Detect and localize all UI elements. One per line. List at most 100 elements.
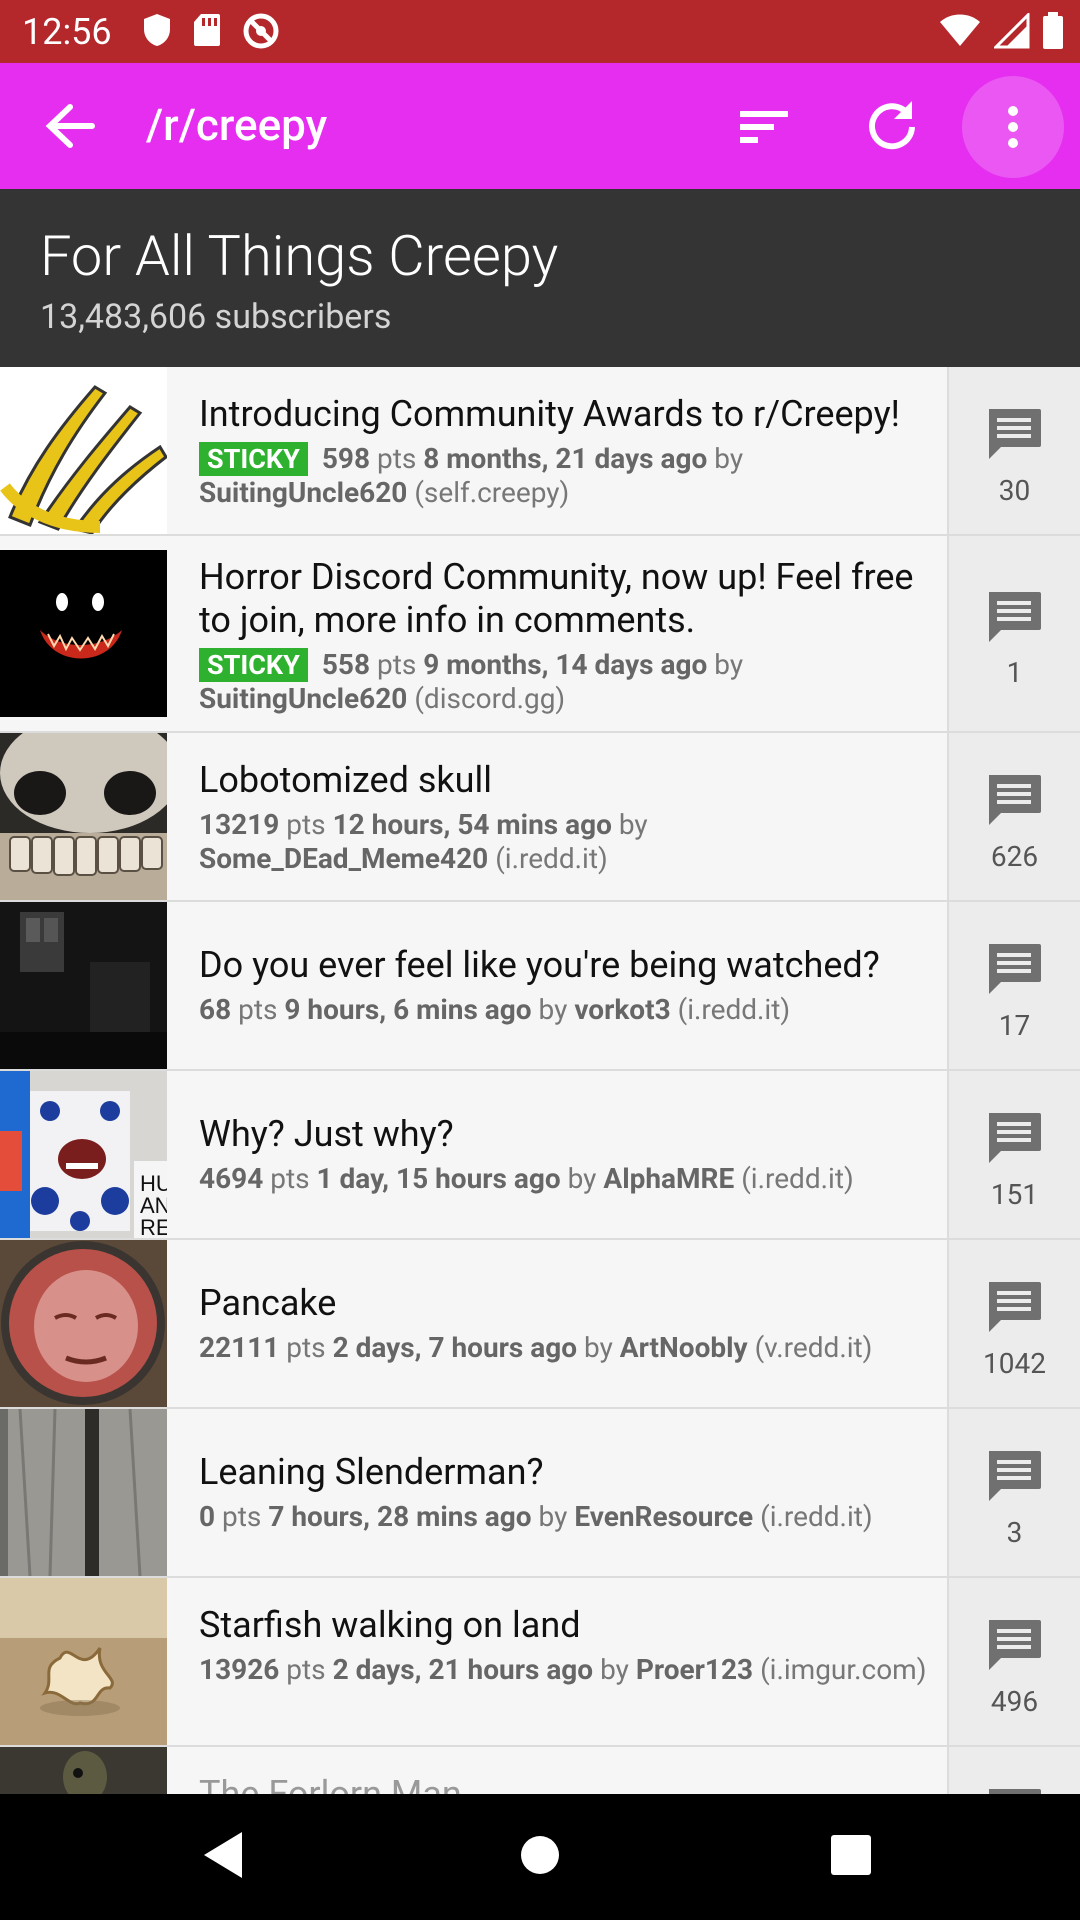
post-row[interactable]: HU AN RE Why? Just why? 4694 pts 1 day, …: [0, 1071, 1080, 1240]
comment-count: 496: [990, 1685, 1039, 1718]
post-meta: STICKY 558 pts 9 months, 14 days ago by S…: [199, 648, 940, 716]
status-time: 12:56: [22, 11, 112, 53]
comment-count: 626: [990, 840, 1039, 873]
subscriber-count: 13,483,606 subscribers: [40, 297, 392, 337]
navigation-bar: [0, 1794, 1080, 1920]
post-title[interactable]: Horror Discord Community, now up! Feel f…: [199, 556, 940, 642]
post-thumbnail[interactable]: [0, 1578, 167, 1745]
comments-button[interactable]: 626: [947, 733, 1080, 900]
post-points: 4694: [199, 1162, 264, 1195]
post-meta: 4694 pts 1 day, 15 hours ago by AlphaMRE…: [199, 1162, 940, 1196]
by-label: by: [600, 1653, 629, 1686]
post-row[interactable]: Lobotomized skull 13219 pts 12 hours, 54…: [0, 733, 1080, 902]
back-nav-icon[interactable]: [200, 1830, 246, 1880]
sort-icon[interactable]: [738, 99, 794, 155]
post-title[interactable]: Pancake: [199, 1282, 940, 1325]
comments-button[interactable]: 1: [947, 536, 1080, 731]
comment-count: 30: [998, 474, 1031, 507]
skull-image: [0, 733, 167, 900]
shield-icon: [144, 14, 170, 46]
post-age: 7 hours, 28 mins ago: [268, 1500, 532, 1533]
post-thumbnail[interactable]: [0, 1409, 167, 1576]
trident-icon: [0, 385, 167, 534]
post-title[interactable]: The Forlorn Man: [199, 1773, 940, 1794]
by-label: by: [714, 442, 744, 475]
post-title[interactable]: Introducing Community Awards to r/Creepy…: [199, 393, 940, 436]
post-points: 558: [321, 648, 371, 681]
cell-signal-icon: [994, 13, 1030, 49]
post-row[interactable]: Pancake 22111 pts 2 days, 7 hours ago by…: [0, 1240, 1080, 1409]
post-body[interactable]: Lobotomized skull 13219 pts 12 hours, 54…: [199, 759, 940, 876]
pts-label: pts: [286, 1331, 326, 1364]
post-domain: (i.redd.it): [495, 842, 608, 875]
comment-icon: [989, 775, 1041, 825]
post-author: AlphaMRE: [603, 1162, 735, 1195]
wifi-icon: [940, 14, 980, 46]
refresh-icon[interactable]: [864, 97, 920, 153]
comment-icon: [989, 1620, 1041, 1670]
post-author: Proer123: [635, 1653, 754, 1686]
post-row[interactable]: Horror Discord Community, now up! Feel f…: [0, 536, 1080, 733]
post-domain: (i.redd.it): [760, 1500, 873, 1533]
post-thumbnail[interactable]: [0, 1240, 167, 1407]
comments-button[interactable]: 1042: [947, 1240, 1080, 1407]
smile-face-image: [40, 593, 122, 659]
post-domain: (i.redd.it): [677, 993, 791, 1026]
post-body[interactable]: Starfish walking on land 13926 pts 2 day…: [199, 1604, 940, 1687]
post-body[interactable]: Introducing Community Awards to r/Creepy…: [199, 393, 940, 510]
comments-button[interactable]: 17: [947, 902, 1080, 1069]
post-body[interactable]: Horror Discord Community, now up! Feel f…: [199, 556, 940, 716]
post-author: Some_DEad_Meme420: [199, 842, 489, 875]
post-row[interactable]: Do you ever feel like you're being watch…: [0, 902, 1080, 1071]
post-meta: 0 pts 7 hours, 28 mins ago by EvenResour…: [199, 1500, 940, 1534]
post-thumbnail[interactable]: [0, 367, 167, 534]
post-title[interactable]: Why? Just why?: [199, 1113, 940, 1156]
overflow-menu-button[interactable]: [962, 76, 1064, 178]
post-thumbnail[interactable]: [0, 902, 167, 1069]
post-domain: (self.creepy): [414, 476, 570, 509]
home-nav-icon[interactable]: [519, 1834, 561, 1876]
comments-button[interactable]: 30: [947, 367, 1080, 534]
post-age: 9 months, 14 days ago: [423, 648, 708, 681]
vase-face-image: HU AN RE: [0, 1071, 167, 1238]
app-bar: /r/creepy: [0, 63, 1080, 189]
post-title[interactable]: Leaning Slenderman?: [199, 1451, 940, 1494]
post-thumbnail[interactable]: [0, 733, 167, 900]
post-row[interactable]: Starfish walking on land 13926 pts 2 day…: [0, 1578, 1080, 1747]
post-list[interactable]: Introducing Community Awards to r/Creepy…: [0, 367, 1080, 1794]
post-body[interactable]: The Forlorn Man: [199, 1773, 940, 1794]
post-body[interactable]: Leaning Slenderman? 0 pts 7 hours, 28 mi…: [199, 1451, 940, 1534]
post-thumbnail[interactable]: [0, 1747, 167, 1794]
sticky-badge: STICKY: [199, 648, 308, 682]
pts-label: pts: [222, 1500, 262, 1533]
starfish-image: [0, 1578, 167, 1745]
comments-button[interactable]: 496: [947, 1578, 1080, 1745]
post-title[interactable]: Do you ever feel like you're being watch…: [199, 944, 940, 987]
post-row[interactable]: The Forlorn Man: [0, 1747, 1080, 1794]
post-points: 68: [199, 993, 232, 1026]
post-body[interactable]: Why? Just why? 4694 pts 1 day, 15 hours …: [199, 1113, 940, 1196]
post-row[interactable]: Introducing Community Awards to r/Creepy…: [0, 367, 1080, 536]
post-row[interactable]: Leaning Slenderman? 0 pts 7 hours, 28 mi…: [0, 1409, 1080, 1578]
gas-mask-image: [63, 1751, 107, 1794]
post-title[interactable]: Lobotomized skull: [199, 759, 940, 802]
post-thumbnail[interactable]: HU AN RE: [0, 1071, 167, 1238]
recents-nav-icon[interactable]: [830, 1834, 872, 1876]
comment-icon: [989, 592, 1041, 642]
comments-button[interactable]: [947, 1747, 1080, 1794]
pts-label: pts: [286, 1653, 326, 1686]
post-title[interactable]: Starfish walking on land: [199, 1604, 940, 1647]
post-body[interactable]: Pancake 22111 pts 2 days, 7 hours ago by…: [199, 1282, 940, 1365]
comment-count: 3: [1006, 1516, 1023, 1549]
back-arrow-icon[interactable]: [40, 98, 100, 154]
comment-icon: [989, 1113, 1041, 1163]
comments-button[interactable]: 151: [947, 1071, 1080, 1238]
post-domain: (discord.gg): [414, 682, 566, 715]
comment-icon: [989, 944, 1041, 994]
post-author: SuitingUncle620: [199, 476, 408, 509]
post-thumbnail[interactable]: [0, 550, 167, 717]
comments-button[interactable]: 3: [947, 1409, 1080, 1576]
pts-label: pts: [376, 442, 417, 475]
pts-label: pts: [270, 1162, 310, 1195]
post-body[interactable]: Do you ever feel like you're being watch…: [199, 944, 940, 1027]
